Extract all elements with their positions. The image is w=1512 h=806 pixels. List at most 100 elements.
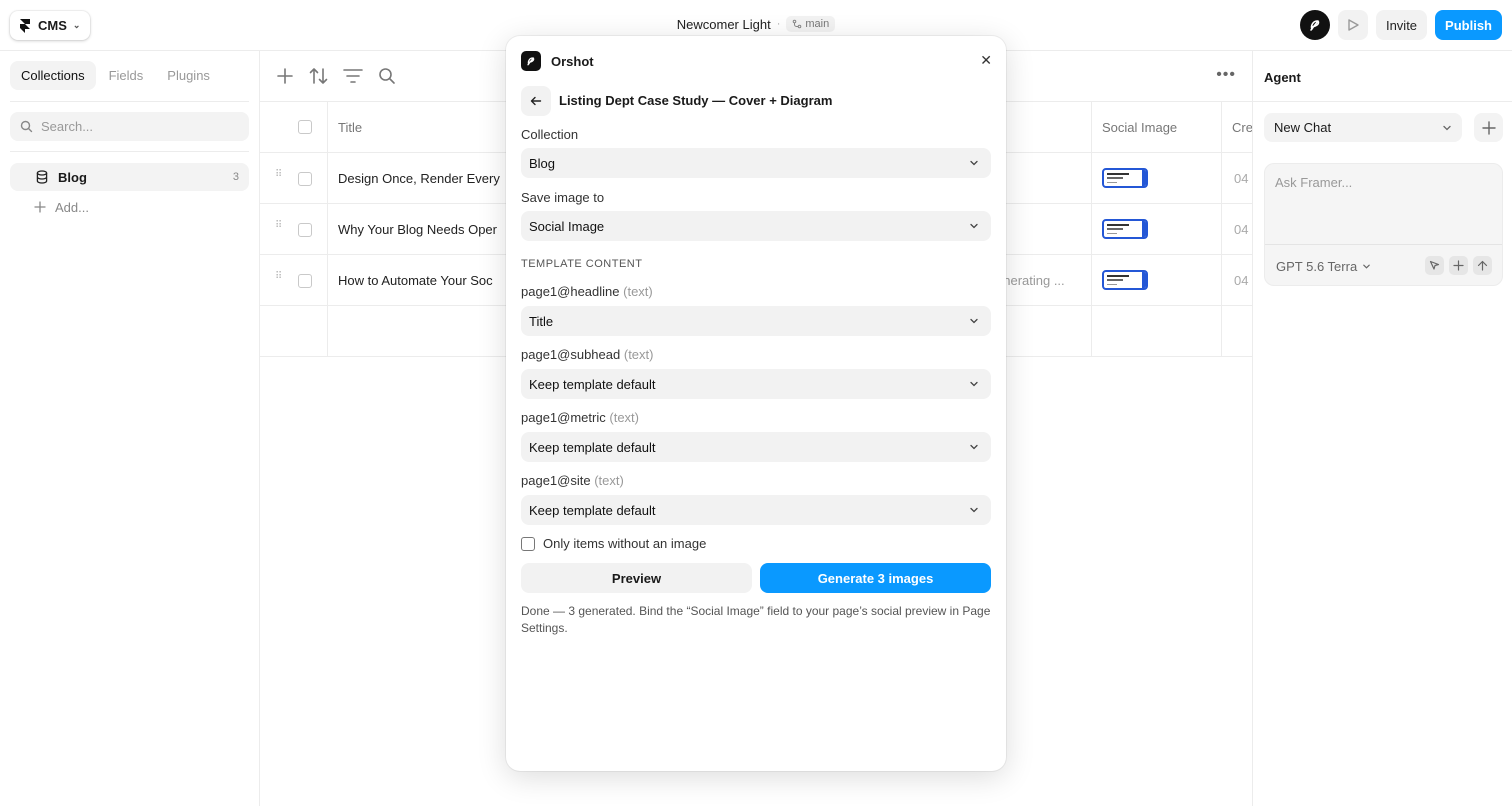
left-sidebar: Collections Fields Plugins Blog 3 Add...	[0, 51, 260, 806]
add-label: Add...	[55, 199, 89, 215]
user-avatar[interactable]	[1299, 10, 1330, 40]
chat-select[interactable]: New Chat	[1264, 113, 1462, 142]
collection-select[interactable]: Blog	[521, 148, 991, 178]
sidebar-tabs: Collections Fields Plugins	[10, 61, 221, 90]
only-without-image-option[interactable]: Only items without an image	[521, 536, 706, 551]
sort-button[interactable]	[308, 65, 330, 87]
field-label: page1@subhead (text)	[521, 347, 653, 362]
invite-button[interactable]: Invite	[1375, 10, 1428, 40]
filter-button[interactable]	[342, 65, 364, 87]
table-search-button[interactable]	[376, 65, 398, 87]
plugin-name: Orshot	[551, 53, 594, 69]
field-type: (text)	[594, 473, 624, 488]
plus-icon	[1453, 260, 1464, 271]
chevron-down-icon	[970, 318, 978, 324]
cursor-icon	[1429, 260, 1440, 270]
orshot-plugin-modal: Orshot ✕ Listing Dept Case Study — Cover…	[506, 36, 1006, 771]
column-divider	[1091, 102, 1092, 357]
close-icon[interactable]: ✕	[980, 52, 992, 69]
collection-label: Blog	[58, 169, 87, 185]
drag-handle-icon[interactable]: ⠿	[275, 221, 283, 231]
divider	[1265, 244, 1502, 245]
send-button[interactable]	[1473, 256, 1492, 275]
generate-button[interactable]: Generate 3 images	[760, 563, 991, 593]
preview-play-button[interactable]	[1337, 10, 1368, 40]
field-subhead-select[interactable]: Keep template default	[521, 369, 991, 399]
field-name: page1@subhead	[521, 347, 621, 362]
drag-handle-icon[interactable]: ⠿	[275, 170, 283, 180]
template-title: Listing Dept Case Study — Cover + Diagra…	[559, 93, 833, 108]
sidebar-item-blog[interactable]: Blog 3	[10, 163, 249, 191]
search-box[interactable]	[10, 112, 249, 141]
chevron-down-icon	[970, 444, 978, 450]
field-name: page1@headline	[521, 284, 620, 299]
drag-handle-icon[interactable]: ⠿	[275, 272, 283, 282]
plus-icon	[34, 201, 46, 213]
collection-count: 3	[232, 171, 239, 183]
tab-plugins[interactable]: Plugins	[156, 61, 221, 90]
cms-menu-button[interactable]: CMS ⌄	[10, 11, 91, 40]
field-type: (text)	[609, 410, 639, 425]
save-image-select[interactable]: Social Image	[521, 211, 991, 241]
search-icon	[379, 68, 395, 84]
field-metric-select[interactable]: Keep template default	[521, 432, 991, 462]
search-input[interactable]	[41, 119, 231, 134]
plus-icon	[1481, 120, 1496, 135]
divider	[10, 101, 249, 102]
row-checkbox[interactable]	[298, 274, 312, 288]
social-image-thumbnail[interactable]	[1102, 270, 1148, 290]
field-label: page1@site (text)	[521, 473, 624, 488]
field-select-value: Keep template default	[529, 502, 656, 518]
agent-title: Agent	[1264, 70, 1301, 85]
chevron-down-icon	[970, 507, 978, 513]
add-row-button[interactable]	[274, 65, 296, 87]
social-image-thumbnail[interactable]	[1102, 219, 1148, 239]
field-label: page1@headline (text)	[521, 284, 653, 299]
tab-fields[interactable]: Fields	[98, 61, 155, 90]
plus-icon	[277, 68, 293, 84]
field-site-select[interactable]: Keep template default	[521, 495, 991, 525]
column-social-image[interactable]: Social Image	[1102, 120, 1177, 135]
ask-input[interactable]	[1275, 175, 1490, 235]
collection-select-value: Blog	[529, 155, 556, 171]
row-title: Design Once, Render Every	[338, 171, 500, 186]
chat-select-value: New Chat	[1274, 120, 1332, 135]
field-select-value: Keep template default	[529, 439, 656, 455]
row-checkbox[interactable]	[298, 223, 312, 237]
arrow-left-icon	[530, 96, 542, 106]
select-all-checkbox[interactable]	[298, 120, 312, 134]
chevron-down-icon: ⌄	[72, 20, 81, 30]
column-title[interactable]: Title	[338, 120, 362, 135]
field-headline-select[interactable]: Title	[521, 306, 991, 336]
column-created[interactable]: Cre	[1232, 120, 1253, 135]
project-name[interactable]: Newcomer Light	[677, 17, 771, 32]
section-title: TEMPLATE CONTENT	[521, 258, 643, 270]
tab-collections[interactable]: Collections	[10, 61, 96, 90]
save-image-select-value: Social Image	[529, 218, 605, 234]
social-image-thumbnail[interactable]	[1102, 168, 1148, 188]
branch-badge[interactable]: main	[786, 16, 836, 32]
orshot-logo-icon	[521, 51, 541, 71]
preview-button[interactable]: Preview	[521, 563, 752, 593]
only-without-image-checkbox[interactable]	[521, 536, 535, 551]
field-select-value: Title	[529, 313, 554, 329]
model-select[interactable]: GPT 5.6 Terra	[1276, 259, 1371, 274]
arrow-up-icon	[1477, 260, 1488, 271]
chevron-down-icon	[970, 381, 978, 387]
model-name: GPT 5.6 Terra	[1276, 259, 1358, 274]
ask-box: GPT 5.6 Terra	[1264, 163, 1503, 286]
attach-button[interactable]	[1449, 256, 1468, 275]
cursor-button[interactable]	[1425, 256, 1444, 275]
new-chat-button[interactable]	[1474, 113, 1503, 142]
search-icon	[20, 120, 33, 133]
row-checkbox[interactable]	[298, 172, 312, 186]
cms-label: CMS	[38, 18, 67, 33]
row-status: enerating ...	[996, 273, 1065, 288]
column-divider	[1221, 102, 1222, 357]
publish-button[interactable]: Publish	[1435, 10, 1502, 40]
field-select-value: Keep template default	[529, 376, 656, 392]
chevron-down-icon	[970, 160, 978, 166]
back-button[interactable]	[521, 86, 551, 116]
more-options-icon[interactable]: •••	[1216, 66, 1236, 84]
add-collection-button[interactable]: Add...	[34, 197, 89, 217]
